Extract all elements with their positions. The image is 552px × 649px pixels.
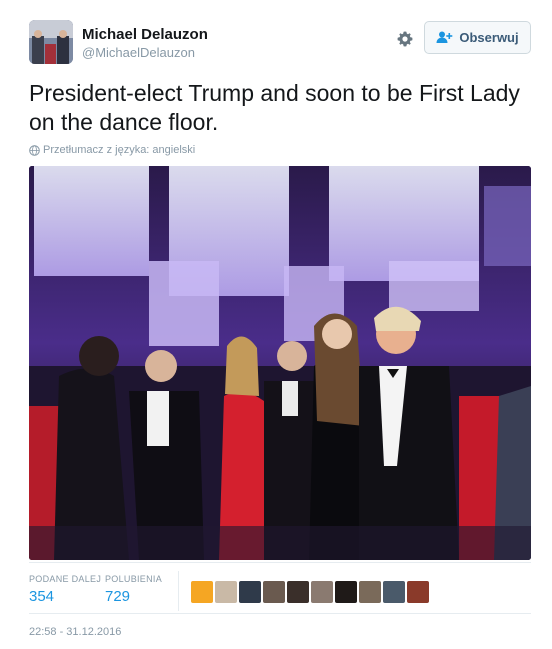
liker-avatar[interactable] (311, 581, 333, 603)
likers-list (191, 581, 429, 603)
gear-icon[interactable] (395, 29, 415, 49)
liker-avatar[interactable] (287, 581, 309, 603)
tweet-text: President-elect Trump and soon to be Fir… (29, 80, 520, 135)
globe-icon (29, 144, 40, 156)
translate-label: Przetłumacz z języka: angielski (43, 144, 196, 156)
likes-stat[interactable]: POLUBIENIA 729 (105, 574, 162, 605)
user-avatar[interactable] (29, 20, 73, 64)
tweet-photo[interactable] (29, 166, 531, 560)
likes-count[interactable]: 729 (105, 588, 162, 605)
liker-avatar[interactable] (215, 581, 237, 603)
follow-button[interactable]: Obserwuj (424, 21, 531, 54)
retweets-stat[interactable]: PODANE DALEJ 354 (29, 574, 101, 605)
tweet-timestamp[interactable]: 22:58 - 31.12.2016 (29, 626, 121, 638)
stats-divider-top (29, 562, 531, 563)
translate-link[interactable]: Przetłumacz z języka: angielski (29, 144, 195, 156)
stats-separator (178, 571, 179, 611)
follow-label: Obserwuj (459, 30, 519, 45)
liker-avatar[interactable] (191, 581, 213, 603)
liker-avatar[interactable] (383, 581, 405, 603)
retweets-count[interactable]: 354 (29, 588, 101, 605)
liker-avatar[interactable] (239, 581, 261, 603)
liker-avatar[interactable] (263, 581, 285, 603)
user-handle[interactable]: @MichaelDelauzon (82, 45, 195, 60)
retweets-label: PODANE DALEJ (29, 574, 102, 584)
user-name[interactable]: Michael Delauzon (82, 26, 208, 43)
stats-divider-bottom (29, 613, 531, 614)
liker-avatar[interactable] (359, 581, 381, 603)
liker-avatar[interactable] (407, 581, 429, 603)
likes-label: POLUBIENIA (105, 574, 163, 584)
liker-avatar[interactable] (335, 581, 357, 603)
add-person-icon (436, 31, 453, 43)
